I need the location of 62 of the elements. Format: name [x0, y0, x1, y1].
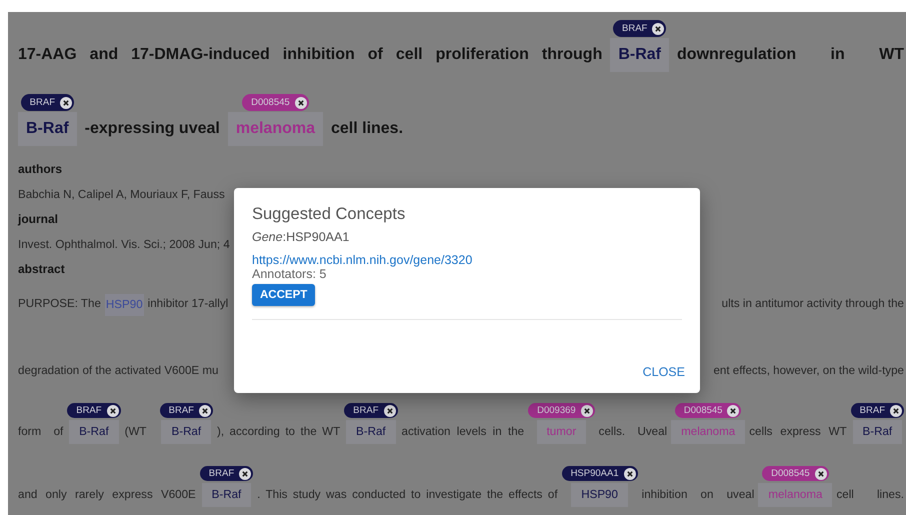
remove-icon[interactable]	[814, 468, 827, 480]
abstract-text: . This study was conducted to investigate the effects of	[257, 487, 558, 503]
remove-icon[interactable]	[384, 404, 396, 416]
field-value: Babchia N, Calipel A, Mouriaux F, Fauss	[18, 187, 225, 203]
remove-icon[interactable]	[727, 404, 740, 416]
abstract-text: inhibition on uveal	[642, 487, 754, 503]
annotated-term[interactable]: B-Raf	[161, 420, 212, 444]
close-button[interactable]: CLOSE	[638, 363, 689, 381]
annotated-term[interactable]: B-Raf	[852, 420, 902, 444]
accept-button[interactable]: ACCEPT	[252, 284, 316, 306]
annotated-term[interactable]: B-Raf	[69, 420, 119, 444]
dialog-title: Suggested Concepts	[252, 204, 406, 224]
field-value: Invest. Ophthalmol. Vis. Sci.; 2008 Jun; 4	[18, 237, 230, 253]
abstract-text: ults in antitumor activity through the	[722, 296, 904, 312]
abstract-text: degradation of the activated V600E mu	[18, 363, 218, 379]
title-text: -expressing uveal	[84, 119, 220, 139]
concept-tag[interactable]: D009369	[528, 403, 595, 418]
title-text: downregulation in WT	[677, 45, 904, 65]
concept-tag[interactable]: BRAF	[67, 403, 121, 418]
concept-tag[interactable]: BRAF	[200, 466, 254, 481]
concept-tag[interactable]: BRAF	[160, 403, 213, 418]
title-text: 17-AAG and 17-DMAG-induced inhibition of cell proliferation through	[18, 45, 602, 65]
abstract-text: ), according to the WT	[216, 424, 340, 440]
remove-icon[interactable]	[890, 404, 902, 416]
concept-tag[interactable]: D008545	[762, 466, 829, 481]
annotated-term[interactable]: B-Raf	[202, 483, 252, 507]
field-label: authors	[18, 161, 62, 178]
concept-link[interactable]: https://www.ncbi.nlm.nih.gov/gene/3320	[252, 253, 472, 267]
concept-tag[interactable]: BRAF	[613, 20, 666, 37]
annotated-term[interactable]: B-Raf	[346, 420, 396, 444]
remove-icon[interactable]	[624, 468, 636, 480]
remove-icon[interactable]	[294, 96, 307, 108]
field-label: journal	[18, 211, 58, 228]
concept-tag[interactable]: BRAF	[850, 403, 904, 418]
title-text: cell lines.	[330, 119, 404, 139]
concept-tag[interactable]: HSP90AA1	[562, 466, 638, 481]
remove-icon[interactable]	[106, 404, 119, 416]
abstract-text: (WT	[124, 424, 148, 440]
abstract-text: cell lines.	[836, 487, 904, 503]
annotator-count: Annotators: 5	[252, 267, 326, 281]
abstract-text: ent effects, however, on the wild-type	[713, 363, 904, 379]
abstract-text: form of	[18, 424, 64, 440]
abstract-text: activation levels in the	[402, 424, 524, 440]
remove-icon[interactable]	[239, 468, 252, 480]
concept-tag[interactable]: D008545	[674, 403, 742, 418]
concept-label: Gene:HSP90AA1	[252, 230, 350, 244]
annotated-term[interactable]: B-Raf	[610, 38, 670, 72]
annotated-term[interactable]: HSP90	[571, 483, 628, 507]
remove-icon[interactable]	[580, 404, 593, 416]
concept-tag[interactable]: BRAF	[20, 94, 74, 111]
abstract-text: inhibitor 17-allyl	[148, 296, 228, 312]
annotated-term[interactable]: B-Raf	[18, 112, 77, 146]
abstract-text: cells. Uveal	[598, 424, 668, 440]
abstract-text: and only rarely express V600E	[18, 487, 196, 503]
remove-icon[interactable]	[60, 96, 72, 108]
concept-tag[interactable]: BRAF	[344, 403, 398, 418]
field-label: abstract	[18, 261, 65, 278]
abstract-text: cells express WT	[749, 424, 847, 440]
concept-tag[interactable]: D008545	[242, 94, 309, 111]
remove-icon[interactable]	[652, 22, 664, 34]
remove-icon[interactable]	[198, 404, 211, 416]
abstract-text: PURPOSE: The	[18, 296, 101, 312]
